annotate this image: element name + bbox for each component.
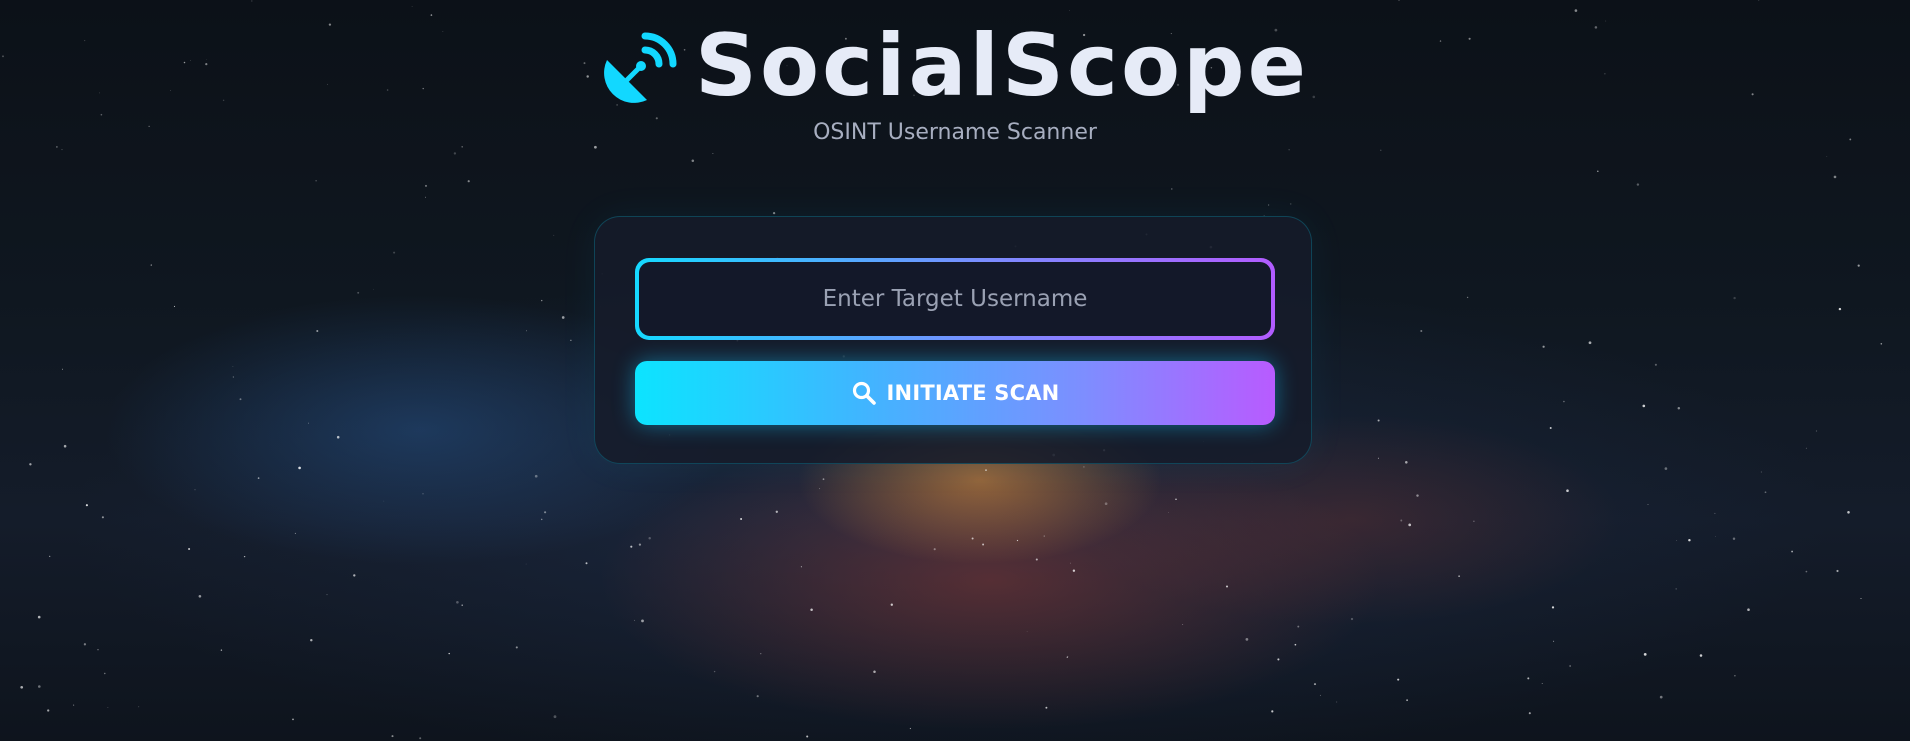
username-field-border [635,258,1275,340]
initiate-scan-button[interactable]: INITIATE SCAN [635,361,1275,425]
app-subtitle: OSINT Username Scanner [813,120,1097,145]
header: SocialScope OSINT Username Scanner [0,18,1910,145]
search-icon [851,380,877,406]
username-field-container [639,261,1271,337]
initiate-scan-label: INITIATE SCAN [886,381,1060,405]
satellite-dish-icon [601,26,681,106]
scan-card: INITIATE SCAN [594,216,1312,464]
app-title: SocialScope [695,16,1309,116]
username-input[interactable] [639,261,1271,337]
brand: SocialScope [601,18,1309,114]
